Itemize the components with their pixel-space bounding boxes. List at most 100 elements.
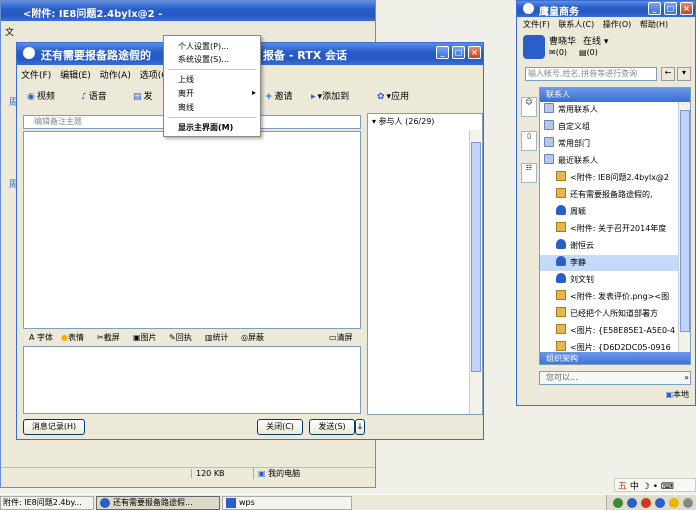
- menu-online[interactable]: 上线: [178, 74, 194, 85]
- im-maximize-button[interactable]: □: [664, 2, 677, 15]
- message-count[interactable]: ▤(0): [579, 48, 598, 57]
- contact-row[interactable]: 已经把个人所知道部署方: [540, 306, 678, 322]
- font-button[interactable]: A 字体: [29, 332, 53, 343]
- receipt-button[interactable]: ✎回执: [169, 332, 192, 343]
- contact-search-input[interactable]: 输入帐号,姓名,拼音等进行查询: [525, 67, 657, 81]
- contact-row[interactable]: <附件: IE8问题2.4bylx@2: [540, 170, 678, 186]
- contact-list[interactable]: 联系人 常用联系人 自定义组 常用部门 最近联系人 <附件: IE8问题2.4bylx@…: [539, 87, 691, 365]
- taskbar-item-attachment[interactable]: 附件: IE8问题2.4by...: [0, 496, 94, 510]
- folder-icon: [544, 137, 554, 147]
- contact-row[interactable]: 自定义组: [540, 119, 678, 135]
- contacts-tab-icon[interactable]: ☺: [521, 97, 537, 117]
- invite-button[interactable]: + 邀请: [265, 89, 293, 102]
- block-button[interactable]: ◎屏蔽: [241, 332, 264, 343]
- close-button[interactable]: ×: [468, 46, 481, 59]
- rtx-logo-icon: [23, 47, 35, 59]
- menu-file[interactable]: 文件(F): [21, 71, 51, 81]
- contact-row[interactable]: 常用联系人: [540, 102, 678, 118]
- contact-label: <附件: IE8问题2.4bylx@2: [570, 173, 670, 182]
- computer-icon: ▣: [258, 469, 266, 478]
- video-button[interactable]: ◉ 视频: [27, 89, 55, 102]
- contact-row[interactable]: 刘文钊: [540, 272, 678, 288]
- menu-personal-settings[interactable]: 个人设置(P)...: [178, 41, 229, 52]
- group-tab-icon[interactable]: ☷: [521, 163, 537, 183]
- mail-count[interactable]: ✉(0): [549, 48, 567, 57]
- screenshot-button[interactable]: ✂截屏: [97, 332, 120, 343]
- maximize-button[interactable]: □: [452, 46, 465, 59]
- menu-offline[interactable]: 离线: [178, 102, 194, 113]
- menu-separator: [168, 117, 256, 118]
- contact-row[interactable]: 常用部门: [540, 136, 678, 152]
- scroll-thumb[interactable]: [471, 142, 481, 372]
- dot-icon[interactable]: •: [653, 482, 658, 492]
- message-input-area[interactable]: [23, 346, 361, 414]
- menu-show-main[interactable]: 显示主界面(M): [178, 122, 233, 133]
- status-message-input[interactable]: 您可以...: [539, 371, 691, 385]
- menu-system-settings[interactable]: 系统设置(S)...: [178, 54, 229, 65]
- apps-button[interactable]: ✿ ▾应用: [377, 89, 409, 102]
- contact-row[interactable]: <附件: 发表评价.png><图: [540, 289, 678, 305]
- contact-row[interactable]: 谢恒云: [540, 238, 678, 254]
- im-menu-help[interactable]: 帮助(H): [640, 20, 668, 29]
- tray-app-icon[interactable]: [613, 498, 623, 508]
- taskbar-item-chat[interactable]: 还有需要报备路途假...: [96, 496, 220, 510]
- menu-action[interactable]: 动作(A): [100, 71, 131, 81]
- taskbar: 附件: IE8问题2.4by... 还有需要报备路途假... wps: [0, 494, 696, 510]
- status-dropdown[interactable]: 在线 ▾: [583, 34, 608, 47]
- tray-volume-icon[interactable]: [683, 498, 693, 508]
- contact-row[interactable]: 李静: [540, 255, 678, 271]
- emoji-button[interactable]: ●表情: [61, 332, 84, 343]
- mobile-tab-icon[interactable]: ▯: [521, 131, 537, 151]
- message-history-area[interactable]: [23, 131, 361, 329]
- menu-away[interactable]: 离开: [178, 88, 194, 99]
- org-structure-header[interactable]: 组织架构: [540, 352, 690, 364]
- session-icon: [556, 290, 566, 300]
- contact-row[interactable]: 周颖: [540, 204, 678, 220]
- contact-scrollbar[interactable]: [678, 102, 690, 352]
- tray-rtx-icon[interactable]: [655, 498, 665, 508]
- im-minimize-button[interactable]: _: [648, 2, 661, 15]
- keyboard-icon[interactable]: ⌨: [661, 482, 674, 492]
- participants-panel[interactable]: ▾ 参与人 (26/29): [367, 113, 483, 415]
- history-button[interactable]: 消息记录(H): [23, 419, 85, 435]
- close-chat-button[interactable]: 关闭(C): [257, 419, 303, 435]
- scroll-thumb[interactable]: [680, 110, 690, 332]
- tray-network-icon[interactable]: [627, 498, 637, 508]
- ime-mode[interactable]: 中: [630, 482, 639, 492]
- send-options-button[interactable]: ↓: [355, 419, 365, 435]
- contact-row[interactable]: 还有需要报备路途假的,: [540, 187, 678, 203]
- im-titlebar[interactable]: 鹰皇商务 _ □ ×: [517, 1, 695, 18]
- contact-row[interactable]: <图片: {E58E85E1-A5E0-4: [540, 323, 678, 339]
- taskbar-item-wps[interactable]: wps: [222, 496, 352, 510]
- contact-row[interactable]: 最近联系人: [540, 153, 678, 169]
- contacts-header[interactable]: 联系人: [540, 88, 690, 102]
- im-menu-file[interactable]: 文件(F): [523, 20, 550, 29]
- contact-row[interactable]: <附件: 关于召开2014年度: [540, 221, 678, 237]
- minimize-button[interactable]: _: [436, 46, 449, 59]
- image-button[interactable]: ▣图片: [133, 332, 157, 343]
- clear-button[interactable]: ▭清屏: [329, 332, 353, 343]
- back-menu-partial[interactable]: 文: [5, 25, 14, 38]
- participants-scrollbar[interactable]: [469, 130, 481, 414]
- im-close-button[interactable]: ×: [680, 2, 693, 15]
- add-to-button[interactable]: ▸ ▾添加到: [311, 89, 349, 102]
- avatar[interactable]: [523, 35, 545, 59]
- language-bar[interactable]: 五 中 ☽ • ⌨: [614, 478, 696, 492]
- stats-button[interactable]: ▥统计: [205, 332, 229, 343]
- back-window-titlebar[interactable]: <附件: IE8问题2.4bylx@2 -: [1, 1, 375, 21]
- ime-icon[interactable]: 五: [615, 482, 627, 492]
- voice-button[interactable]: ♪ 语音: [81, 89, 107, 102]
- search-back-button[interactable]: ←: [661, 67, 675, 81]
- search-options-button[interactable]: ▾: [677, 67, 691, 81]
- expand-icon[interactable]: »: [684, 373, 689, 382]
- moon-icon[interactable]: ☽: [642, 482, 650, 492]
- contact-label: <附件: 关于召开2014年度: [570, 224, 667, 233]
- send-button[interactable]: 发送(S): [309, 419, 355, 435]
- im-menu-contacts[interactable]: 联系人(C): [558, 20, 594, 29]
- tray-alert-icon[interactable]: [669, 498, 679, 508]
- menu-edit[interactable]: 编辑(E): [60, 71, 91, 81]
- tray-security-icon[interactable]: [641, 498, 651, 508]
- im-menu-action[interactable]: 操作(O): [603, 20, 632, 29]
- im-main-window[interactable]: 鹰皇商务 _ □ × 文件(F) 联系人(C) 操作(O) 帮助(H) 曹晓华 …: [516, 0, 696, 406]
- send-file-button[interactable]: ▤ 发: [133, 89, 153, 102]
